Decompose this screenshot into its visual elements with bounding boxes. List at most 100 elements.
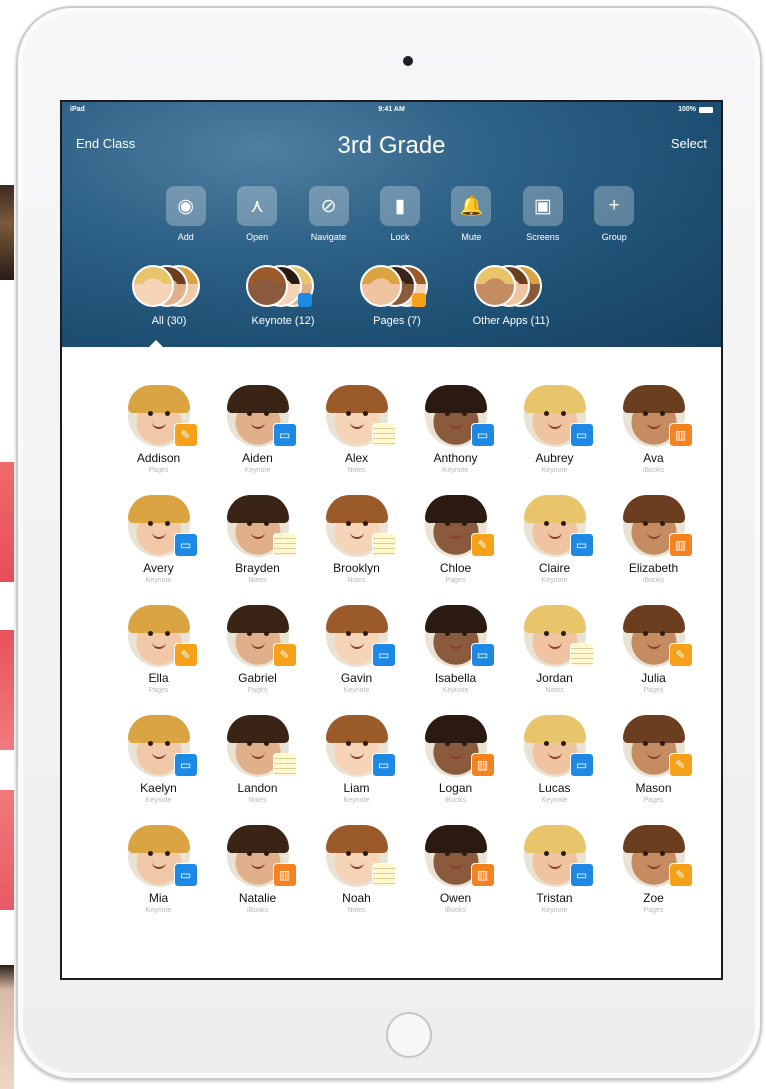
student-claire[interactable]: ▭ Claire Keynote	[505, 495, 604, 605]
student-avatar	[226, 715, 297, 777]
battery-status: 100%	[678, 106, 713, 113]
background-photo-strip	[0, 185, 14, 280]
student-gavin[interactable]: ▭ Gavin Keynote	[307, 605, 406, 715]
screens-icon: ▣	[522, 186, 563, 226]
avatar-face	[241, 409, 275, 431]
student-name: Gavin	[340, 671, 373, 685]
student-mia[interactable]: ▭ Mia Keynote	[109, 825, 208, 935]
student-isabella[interactable]: ▭ Isabella Keynote	[406, 605, 505, 715]
student-name: Landon	[237, 781, 278, 795]
toolbar-open-button[interactable]: ⋏ Open	[221, 186, 292, 242]
keynote-app-icon: ▭	[272, 423, 297, 447]
group-other-apps-11[interactable]: Other Apps (11)	[454, 265, 568, 327]
avatar-face	[142, 409, 176, 431]
student-anthony[interactable]: ▭ Anthony Keynote	[406, 385, 505, 495]
avatar-face	[637, 739, 671, 761]
group-keynote-12[interactable]: Keynote (12)	[226, 265, 340, 327]
background-photo-strip	[0, 965, 14, 1089]
group-label: Other Apps (11)	[472, 315, 550, 327]
student-app-label: Keynote	[145, 577, 172, 584]
keynote-app-icon: ▭	[569, 423, 594, 447]
avatar-face	[439, 409, 473, 431]
notes-app-icon	[569, 643, 594, 667]
keynote-app-icon: ▭	[569, 863, 594, 887]
student-app-label: Keynote	[541, 577, 568, 584]
student-liam[interactable]: ▭ Liam Keynote	[307, 715, 406, 825]
student-zoe[interactable]: ✎ Zoe Pages	[604, 825, 703, 935]
student-logan[interactable]: ▥ Logan iBooks	[406, 715, 505, 825]
student-app-label: Keynote	[244, 467, 271, 474]
student-app-label: Keynote	[541, 797, 568, 804]
avatar-face	[637, 849, 671, 871]
student-avery[interactable]: ▭ Avery Keynote	[109, 495, 208, 605]
notes-app-icon	[272, 753, 297, 777]
student-ava[interactable]: ▥ Ava iBooks	[604, 385, 703, 495]
student-kaelyn[interactable]: ▭ Kaelyn Keynote	[109, 715, 208, 825]
avatar-face	[142, 629, 176, 651]
student-natalie[interactable]: ▥ Natalie iBooks	[208, 825, 307, 935]
toolbar-lock-button[interactable]: ▮ Lock	[364, 186, 435, 242]
avatar-face	[340, 409, 374, 431]
toolbar-navigate-button[interactable]: ⊘ Navigate	[293, 186, 364, 242]
keynote-app-icon: ▭	[173, 533, 198, 557]
notes-app-icon	[272, 533, 297, 557]
toolbar-label: Open	[246, 232, 269, 242]
avatar-face	[439, 739, 473, 761]
compass-icon: ⊘	[308, 186, 349, 226]
student-name: Addison	[136, 451, 181, 465]
background-photo-strip	[0, 630, 14, 750]
student-avatar: ▥	[622, 495, 693, 557]
student-mason[interactable]: ✎ Mason Pages	[604, 715, 703, 825]
student-julia[interactable]: ✎ Julia Pages	[604, 605, 703, 715]
student-aubrey[interactable]: ▭ Aubrey Keynote	[505, 385, 604, 495]
background-photo-strip	[0, 462, 14, 582]
toolbar-label: Add	[177, 232, 194, 242]
group-app-badge-icon	[412, 293, 426, 307]
select-button[interactable]: Select	[671, 136, 707, 151]
screen: iPad 9:41 AM 100% End Class 3rd Grade Se…	[60, 100, 723, 980]
home-button[interactable]	[386, 1012, 432, 1058]
student-alex[interactable]: Alex Notes	[307, 385, 406, 495]
toolbar-group-button[interactable]: + Group	[579, 186, 650, 242]
lock-icon: ▮	[379, 186, 420, 226]
keynote-app-icon: ▭	[173, 753, 198, 777]
student-ella[interactable]: ✎ Ella Pages	[109, 605, 208, 715]
student-brooklyn[interactable]: Brooklyn Notes	[307, 495, 406, 605]
student-owen[interactable]: ▥ Owen iBooks	[406, 825, 505, 935]
student-avatar: ✎	[622, 825, 693, 887]
group-label: All (30)	[151, 315, 187, 327]
toolbar-mute-button[interactable]: 🔔 Mute	[436, 186, 507, 242]
page-title: 3rd Grade	[337, 132, 446, 159]
student-app-label: iBooks	[444, 797, 466, 804]
group-avatar	[360, 265, 402, 307]
student-name: Tristan	[536, 891, 573, 905]
toolbar-screens-button[interactable]: ▣ Screens	[507, 186, 578, 242]
group-app-badge-icon	[298, 293, 312, 307]
student-chloe[interactable]: ✎ Chloe Pages	[406, 495, 505, 605]
student-avatar: ▭	[424, 605, 495, 667]
avatar-face	[439, 629, 473, 651]
student-name: Lucas	[538, 781, 571, 795]
avatar-face	[538, 739, 572, 761]
student-app-label: Notes	[545, 687, 564, 694]
keynote-app-icon: ▭	[173, 863, 198, 887]
student-app-label: Keynote	[442, 687, 469, 694]
student-gabriel[interactable]: ✎ Gabriel Pages	[208, 605, 307, 715]
student-jordan[interactable]: Jordan Notes	[505, 605, 604, 715]
student-lucas[interactable]: ▭ Lucas Keynote	[505, 715, 604, 825]
student-aiden[interactable]: ▭ Aiden Keynote	[208, 385, 307, 495]
student-addison[interactable]: ✎ Addison Pages	[109, 385, 208, 495]
notes-app-icon	[371, 863, 396, 887]
student-elizabeth[interactable]: ▥ Elizabeth iBooks	[604, 495, 703, 605]
student-noah[interactable]: Noah Notes	[307, 825, 406, 935]
ibooks-app-icon: ▥	[668, 423, 693, 447]
student-avatar: ▭	[127, 495, 198, 557]
student-landon[interactable]: Landon Notes	[208, 715, 307, 825]
student-tristan[interactable]: ▭ Tristan Keynote	[505, 825, 604, 935]
selected-group-pointer	[149, 340, 163, 347]
avatar-face	[241, 739, 275, 761]
group-pages-7[interactable]: Pages (7)	[340, 265, 454, 327]
toolbar-add-button[interactable]: ◉ Add	[150, 186, 221, 242]
group-all-30[interactable]: All (30)	[112, 265, 226, 327]
student-brayden[interactable]: Brayden Notes	[208, 495, 307, 605]
